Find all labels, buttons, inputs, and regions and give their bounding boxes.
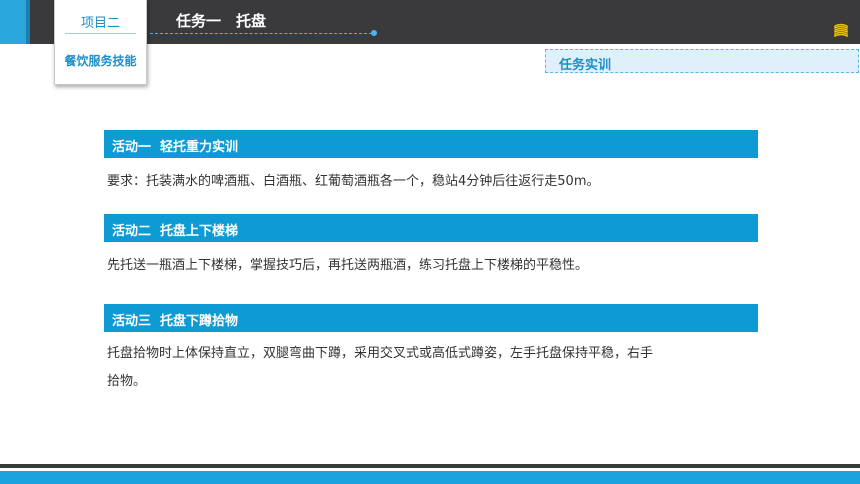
left-accent-stripe — [26, 0, 30, 44]
activity-3-text: 托盘拾物时上体保持直立，双腿弯曲下蹲，采用交叉式或高低式蹲姿，左手托盘保持平稳，… — [107, 346, 654, 389]
section-tag-label: 任务实训 — [559, 58, 612, 73]
activity-3-header: 活动三 托盘下蹲拾物 — [104, 304, 758, 332]
title-underline — [150, 33, 372, 34]
activity-2-header: 活动二 托盘上下楼梯 — [104, 214, 758, 242]
activity-1-header: 活动一 轻托重力实训 — [104, 130, 758, 158]
activity-2-title: 活动二 托盘上下楼梯 — [112, 224, 239, 239]
left-accent-bar — [0, 0, 26, 44]
activity-1-title: 活动一 轻托重力实训 — [112, 140, 239, 155]
footer-dark-bar — [0, 464, 860, 468]
project-divider — [65, 33, 136, 34]
activity-2-text: 先托送一瓶酒上下楼梯，掌握技巧后，再托送两瓶酒，练习托盘上下楼梯的平稳性。 — [107, 258, 589, 273]
page-title: 任务一 托盘 — [176, 12, 267, 30]
activity-3-title: 活动三 托盘下蹲拾物 — [112, 314, 239, 329]
activity-1-text: 要求：托装满水的啤酒瓶、白酒瓶、红葡萄酒瓶各一个，稳站4分钟后往返行走50m。 — [107, 174, 600, 189]
project-tab: 项目二 餐饮服务技能 — [54, 0, 147, 85]
title-underline-dot — [371, 30, 377, 36]
project-label: 项目二 — [80, 16, 120, 31]
section-tag: 任务实训 — [545, 49, 859, 73]
book-stack-icon — [834, 23, 848, 38]
project-subtitle: 餐饮服务技能 — [64, 54, 137, 68]
footer-blue-bar — [0, 471, 860, 484]
